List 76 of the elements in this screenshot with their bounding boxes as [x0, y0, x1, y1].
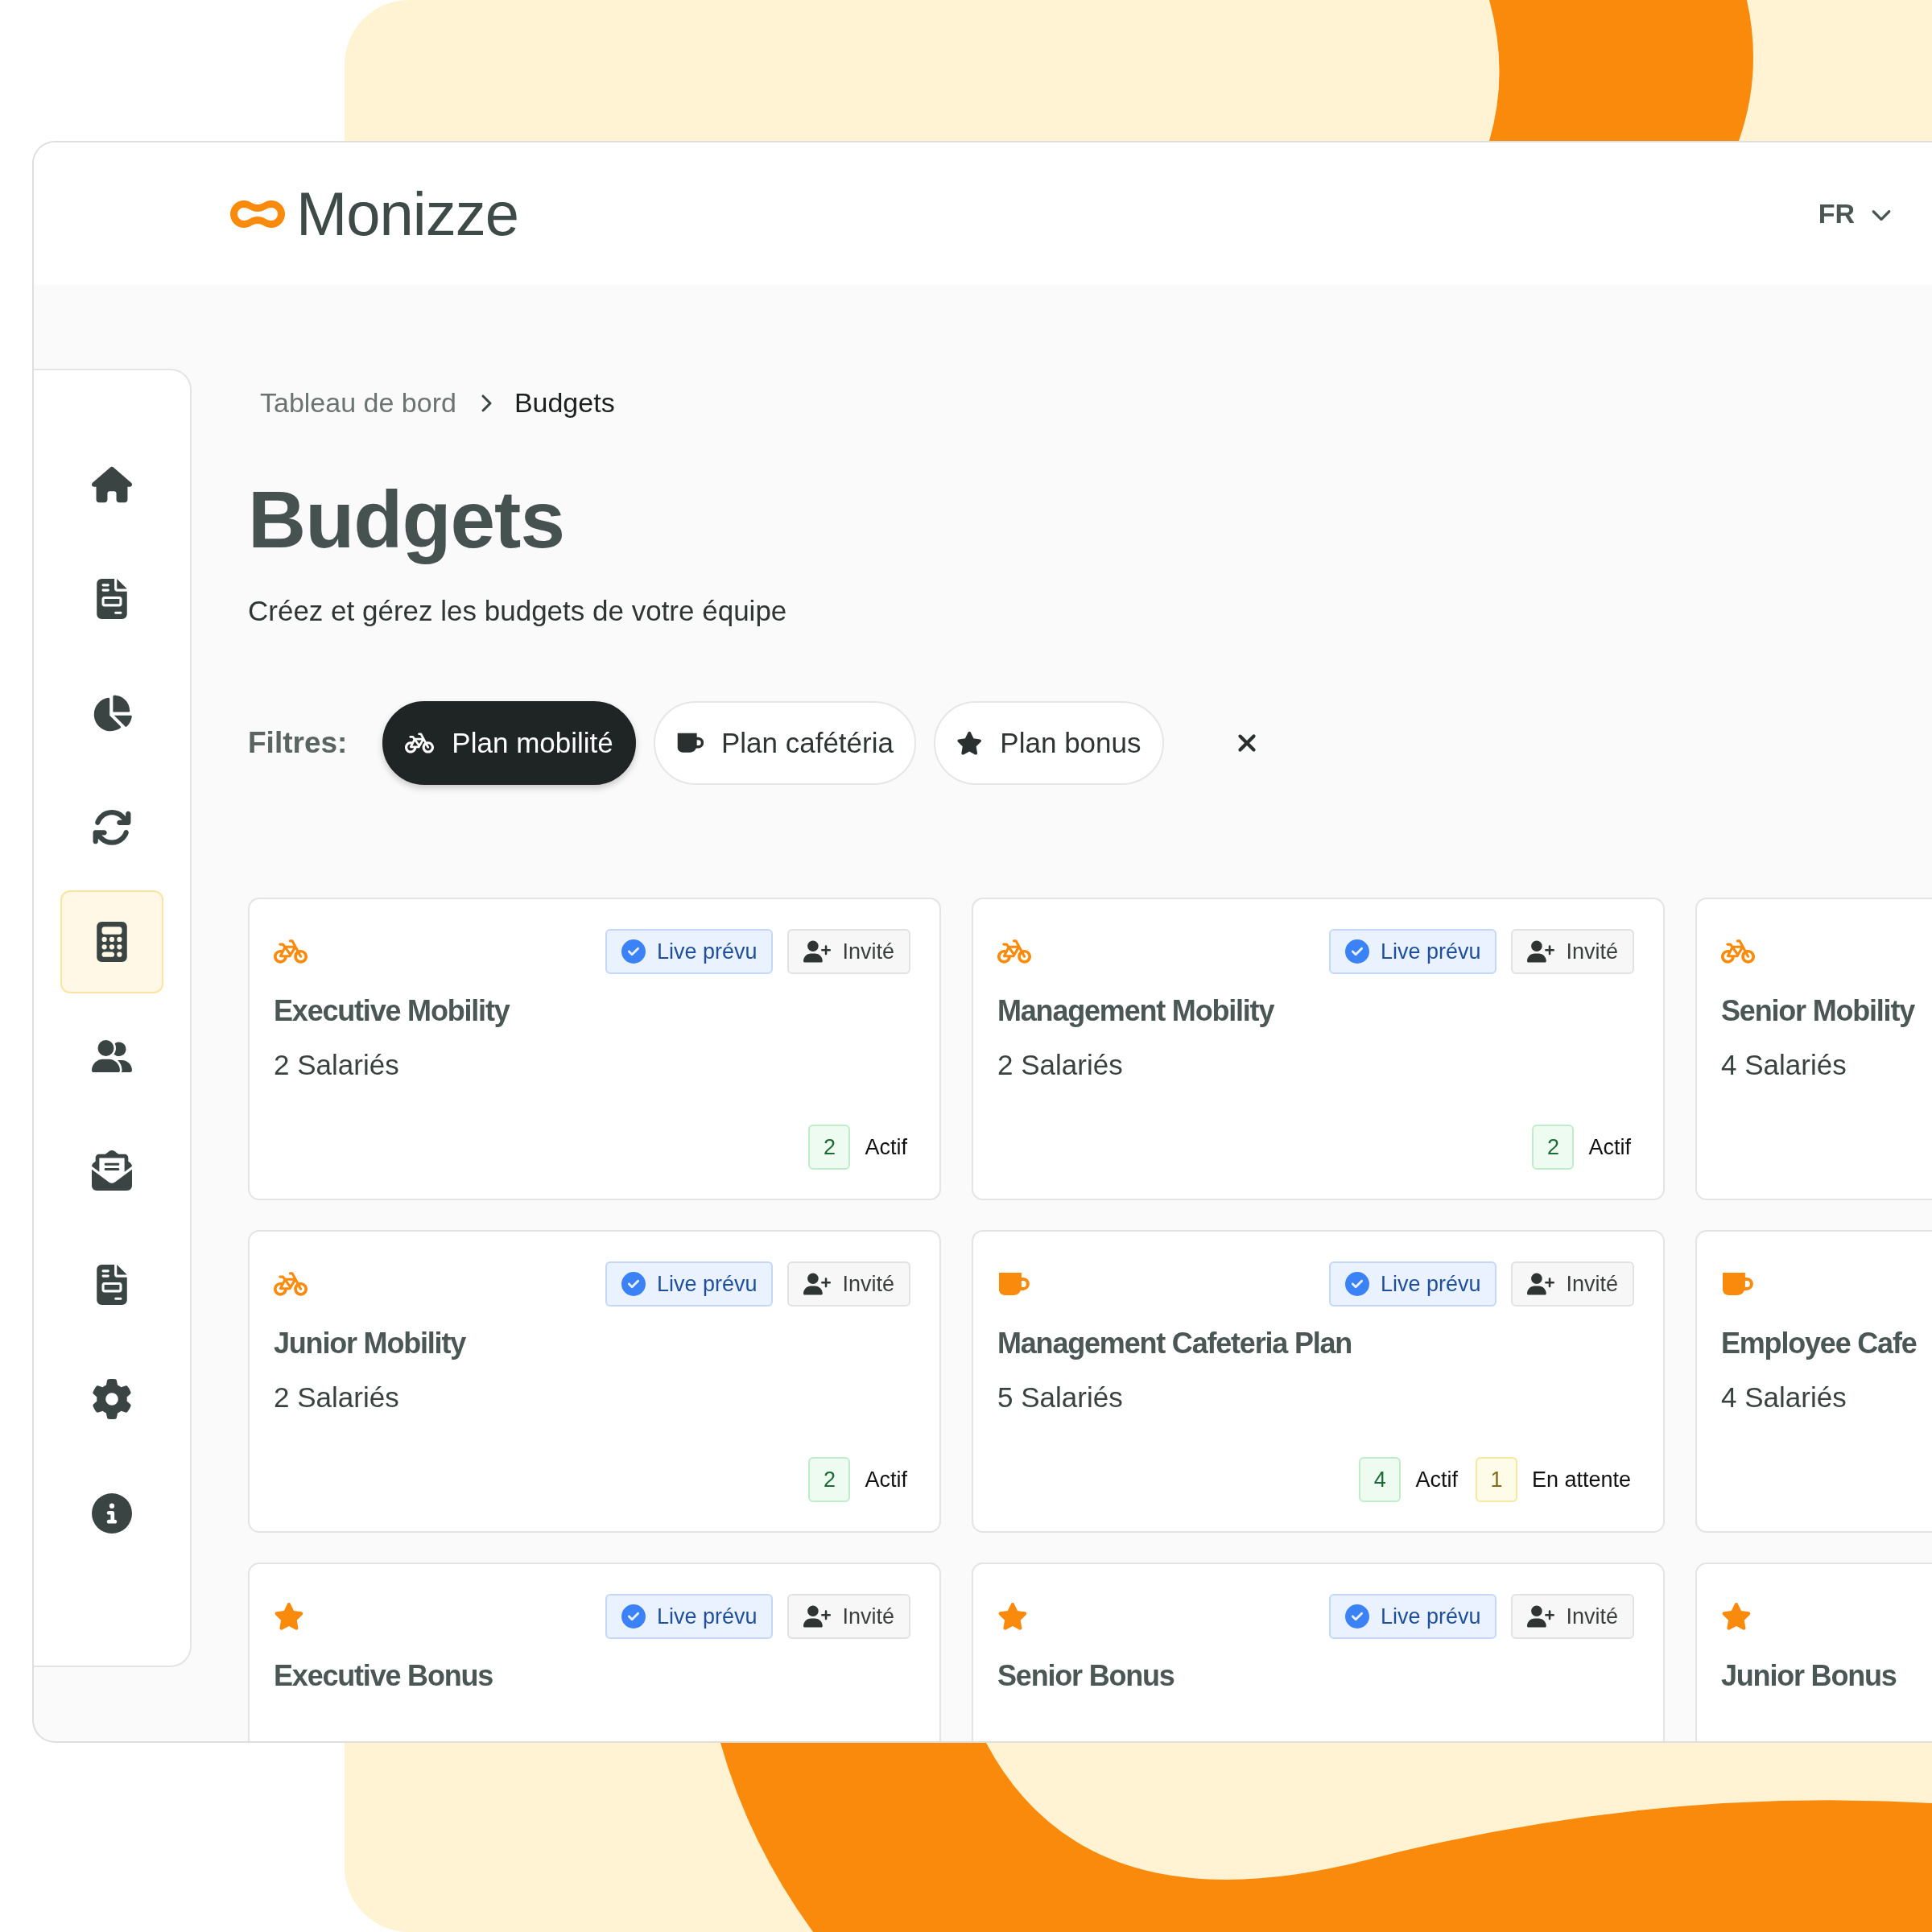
live-badge: Live prévu — [605, 1594, 774, 1639]
employee-count: 2 Salariés — [274, 1049, 400, 1081]
status-count: 4 — [1359, 1457, 1402, 1502]
invite-badge: Invité — [787, 929, 910, 974]
live-badge: Live prévu — [1328, 1261, 1497, 1307]
user-plus-icon — [803, 938, 832, 965]
status-label: Actif — [1415, 1467, 1458, 1492]
star-icon — [956, 729, 983, 757]
status-count: 1 — [1475, 1457, 1517, 1502]
user-plus-icon — [1527, 1603, 1555, 1630]
card-title: Junior Mobility — [274, 1327, 467, 1360]
status-label: Actif — [1588, 1134, 1631, 1160]
breadcrumb-link[interactable]: Budgets — [514, 387, 615, 419]
mug-icon — [1721, 1271, 1753, 1297]
filter-chip[interactable]: Plan bonus — [933, 701, 1164, 785]
filters-label: Filtres: — [248, 726, 348, 760]
status-count: 2 — [1532, 1125, 1575, 1170]
budget-card[interactable]: Employee Cafe 4 Salariés — [1695, 1230, 1932, 1533]
mug-icon — [675, 732, 704, 754]
budget-card[interactable]: Live prévu Invité Executive Mobility 2 Salariés 2 Actif — [248, 898, 941, 1200]
info-icon — [92, 1493, 132, 1534]
budget-card[interactable]: Live prévu Invité Senior Bonus — [972, 1563, 1665, 1741]
card-title: Employee Cafe — [1721, 1327, 1918, 1360]
card-title: Management Cafeteria Plan — [997, 1327, 1353, 1360]
budget-card[interactable]: Junior Bonus — [1695, 1563, 1932, 1741]
star-icon — [997, 1601, 1028, 1632]
mug-icon — [997, 1271, 1030, 1297]
card-title: Management Mobility — [997, 994, 1275, 1028]
employee-count: 2 Salariés — [997, 1049, 1124, 1081]
live-badge: Live prévu — [1328, 929, 1497, 974]
user-plus-icon — [1527, 938, 1555, 965]
star-icon — [1721, 1601, 1752, 1632]
live-badge: Live prévu — [1328, 1594, 1497, 1639]
card-title: Junior Bonus — [1721, 1659, 1897, 1693]
filter-chip[interactable]: Plan mobilité — [382, 701, 636, 785]
user-plus-icon — [803, 1603, 832, 1630]
status-count: 2 — [808, 1457, 851, 1502]
star-icon — [274, 1601, 304, 1632]
status-label: Actif — [865, 1467, 907, 1492]
employee-count: 4 Salariés — [1721, 1381, 1847, 1414]
invite-badge: Invité — [1511, 929, 1634, 974]
employee-count: 2 Salariés — [274, 1381, 400, 1414]
page-title: Budgets — [248, 473, 565, 566]
card-title: Executive Mobility — [274, 994, 511, 1028]
logo-text: Monizze — [296, 179, 518, 249]
card-title: Senior Bonus — [997, 1659, 1175, 1693]
budget-card[interactable]: Senior Mobility 4 Salariés — [1695, 898, 1932, 1200]
live-badge: Live prévu — [605, 1261, 774, 1307]
user-plus-icon — [1527, 1270, 1555, 1298]
invite-badge: Invité — [787, 1261, 910, 1307]
user-plus-icon — [803, 1270, 832, 1298]
budget-card[interactable]: Live prévu Invité Management Cafeteria Plan 5 Salariés 4 Actif 1 En attente — [972, 1230, 1665, 1533]
status-label: Actif — [865, 1134, 907, 1160]
budget-card[interactable]: Live prévu Invité Junior Mobility 2 Salariés 2 Actif — [248, 1230, 941, 1533]
breadcrumb-link[interactable]: Tableau de bord — [260, 387, 456, 419]
status-label: En attente — [1531, 1467, 1631, 1492]
sidebar-item[interactable] — [60, 890, 163, 993]
pie-chart-icon — [92, 693, 132, 733]
invite-badge: Invité — [1511, 1594, 1634, 1639]
page-subtitle: Créez et gérez les budgets de votre équipe — [248, 595, 788, 627]
language-selector[interactable]: FR — [1818, 198, 1892, 229]
envelope-icon — [92, 1150, 132, 1191]
invite-badge: Invité — [1511, 1261, 1634, 1307]
filter-chip[interactable]: Plan cafétéria — [653, 701, 916, 785]
card-title: Executive Bonus — [274, 1659, 494, 1693]
home-icon — [92, 464, 132, 505]
employee-count: 5 Salariés — [997, 1381, 1124, 1414]
status-count: 2 — [808, 1125, 851, 1170]
invite-badge: Invité — [787, 1594, 910, 1639]
settings-icon — [92, 1379, 132, 1419]
card-title: Senior Mobility — [1721, 994, 1916, 1028]
employee-count: 4 Salariés — [1721, 1049, 1847, 1081]
budget-card[interactable]: Live prévu Invité Executive Bonus — [248, 1563, 941, 1741]
live-badge: Live prévu — [605, 929, 774, 974]
budget-card[interactable]: Live prévu Invité Management Mobility 2 Salariés 2 Actif — [972, 898, 1665, 1200]
sync-icon — [92, 807, 132, 848]
